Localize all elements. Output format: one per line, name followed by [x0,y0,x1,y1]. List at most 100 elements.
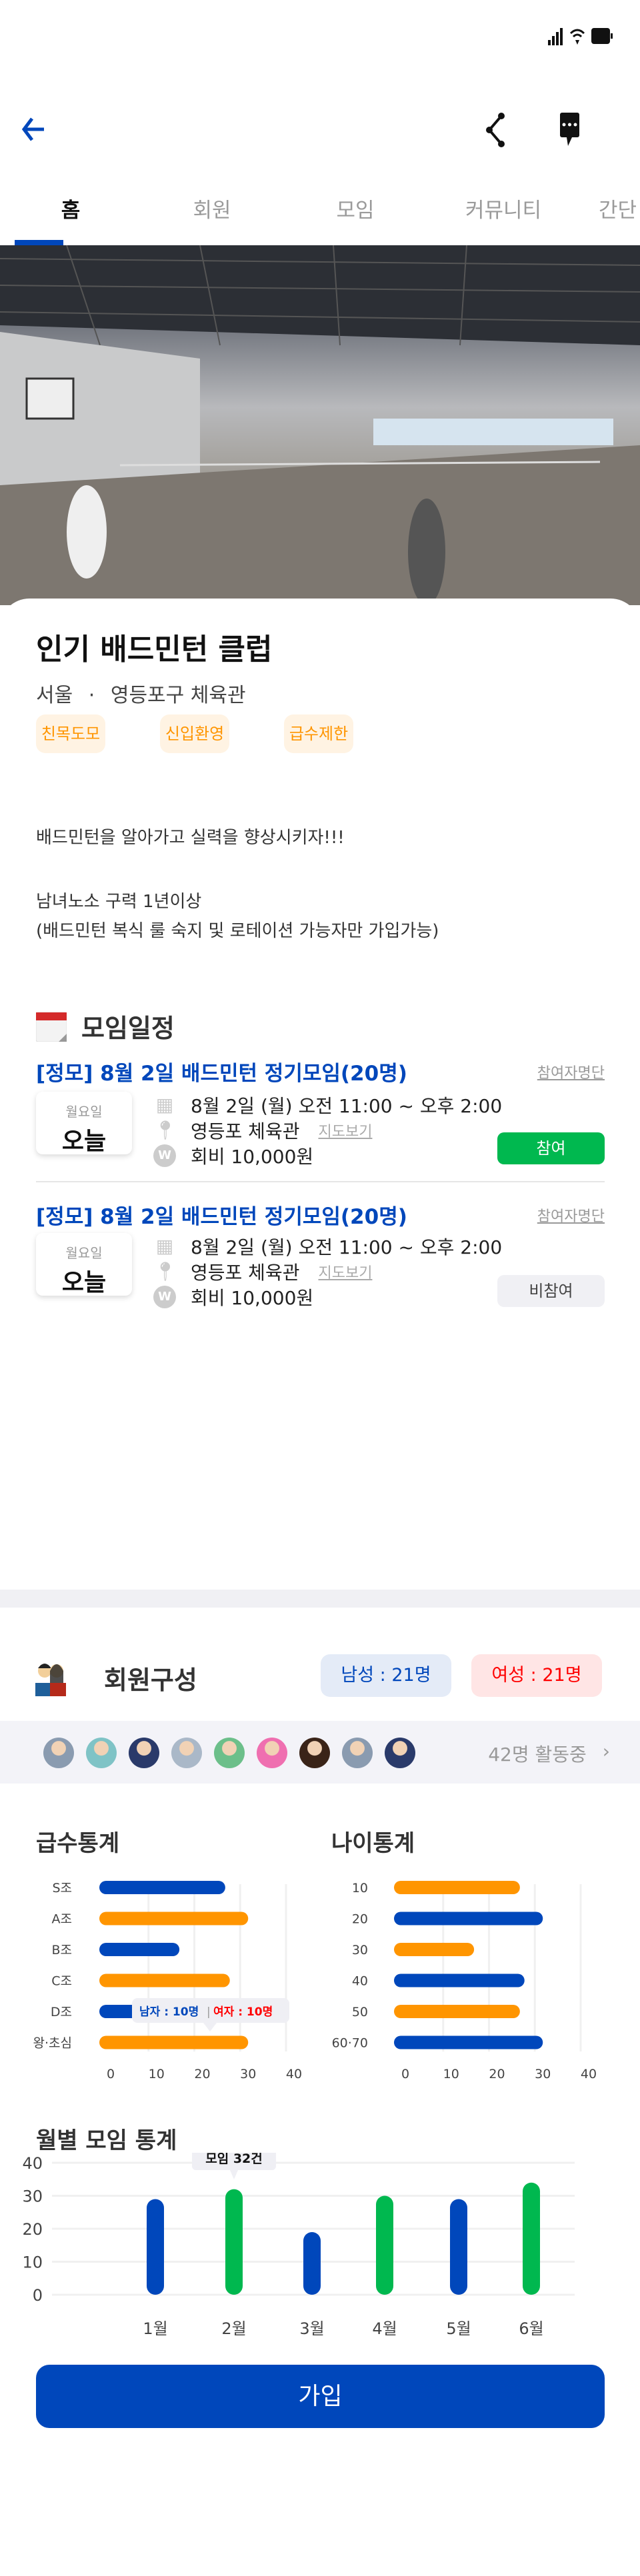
participants-link[interactable]: 참여자명단 [537,1061,605,1082]
monthly-chart: 0 10 20 30 40 1월 2월 3월 4월 5월 6월 모임 32건 [22,2153,575,2338]
category-label: B조 [51,1943,72,1957]
tab-community[interactable]: 커뮤니티 [450,193,557,223]
divider [36,1181,605,1182]
event-weekday: 월요일 [65,1245,103,1261]
club-location: 서울 · 영등포구 체육관 [36,678,246,708]
event-place: 📍︎ 영등포 체육관 지도보기 [153,1258,372,1285]
tooltip-pointer [230,2170,238,2179]
tooltip-divider: | [207,2005,211,2019]
event-datetime: ▦ 8월 2일 (월) 오전 11:00 ~ 오후 2:00 [153,1233,502,1260]
event-datetime-text: 8월 2일 (월) 오전 11:00 ~ 오후 2:00 [191,1095,503,1117]
separator: · [88,684,95,707]
event-day: 오늘 [61,1128,107,1155]
tooltip-pointer [203,2023,217,2031]
event-title[interactable]: [정모] 8월 2일 배드민턴 정기모임(20명) [36,1200,407,1230]
schedule-title: 모임일정 [81,1014,175,1043]
event-fee: W 회비 10,000원 [153,1284,313,1310]
tab-members[interactable]: 회원 [165,193,259,223]
tag-chip: 신입환영 [160,714,229,753]
tick-label: 40 [22,2154,43,2173]
month-label: 6월 [519,2319,543,2338]
tooltip-text: 모임 32건 [205,2153,263,2166]
female-count-badge: 여성 : 21명 [471,1654,602,1697]
member-avatar[interactable] [171,1738,202,1768]
category-label: 20 [352,1912,368,1927]
section-separator [0,1590,640,1608]
tick-label: 40 [286,2067,302,2081]
event-datetime: ▦ 8월 2일 (월) 오전 11:00 ~ 오후 2:00 [153,1092,502,1118]
active-members-link[interactable]: 42명 활동중 › [488,1740,610,1767]
member-avatar[interactable] [129,1738,159,1768]
members-icon [35,1664,66,1696]
category-label: 50 [352,2005,368,2019]
chevron-right-icon: › [602,1740,610,1762]
tab-meetings[interactable]: 모임 [309,193,402,223]
month-label: 2월 [221,2319,246,2338]
share-icon[interactable] [485,112,505,148]
join-club-button[interactable]: 가입 [36,2365,605,2428]
month-label: 5월 [446,2319,471,2338]
participants-link[interactable]: 참여자명단 [537,1204,605,1226]
event-datetime-text: 8월 2일 (월) 오전 11:00 ~ 오후 2:00 [191,1236,503,1258]
club-description-line: 남녀노소 구력 1년이상 [36,892,202,912]
wifi-icon [569,29,585,45]
calendar-small-icon: ▦ [155,1235,174,1257]
month-label: 3월 [299,2319,324,2338]
event-place-text: 영등포 체육관 [191,1120,300,1142]
club-region: 서울 [36,684,73,707]
member-avatar[interactable] [43,1738,74,1768]
gym-photo [0,245,640,605]
event-day: 오늘 [61,1269,107,1296]
month-label: 4월 [372,2319,397,2338]
event-day-box: 월요일 오늘 [36,1233,132,1296]
grade-chart-title: 급수통계 [36,1830,120,1857]
event-place-text: 영등포 체육관 [191,1262,300,1284]
tag-chip: 급수제한 [284,714,353,753]
event-day-box: 월요일 오늘 [36,1092,132,1155]
tick-label: 40 [581,2067,597,2081]
member-avatar[interactable] [214,1738,245,1768]
category-label: D조 [51,2005,72,2019]
tick-label: 0 [107,2067,115,2081]
map-link[interactable]: 지도보기 [318,1261,372,1282]
tick-label: 10 [22,2253,43,2272]
club-cover-image [0,245,640,605]
tick-label: 20 [22,2220,43,2239]
club-description-line: (배드민턴 복식 룰 숙지 및 로테이션 가능자만 가입가능) [36,921,439,941]
member-avatar[interactable] [86,1738,117,1768]
chat-bubble-icon[interactable] [560,112,580,147]
back-button[interactable] [21,116,45,143]
tick-label: 0 [401,2067,409,2081]
tick-label: 20 [194,2067,210,2081]
member-avatar[interactable] [299,1738,330,1768]
member-avatar[interactable] [342,1738,373,1768]
join-event-button[interactable]: 참여 [497,1132,605,1164]
tag-chip: 친목도모 [36,714,105,753]
tab-more[interactable]: 간단 [573,193,640,223]
tab-home[interactable]: 홈 [24,193,117,223]
tick-label: 20 [489,2067,505,2081]
not-join-event-button[interactable]: 비참여 [497,1275,605,1307]
map-link[interactable]: 지도보기 [318,1120,372,1141]
won-coin-icon: W [153,1144,176,1167]
status-bar [548,27,613,45]
event-title[interactable]: [정모] 8월 2일 배드민턴 정기모임(20명) [36,1056,407,1086]
event-weekday: 월요일 [65,1104,103,1120]
category-label: C조 [51,1974,72,1989]
category-label: A조 [52,1912,72,1927]
tick-label: 0 [33,2286,43,2305]
active-members-text: 42명 활동중 [488,1744,587,1766]
club-title: 인기 배드민턴 클럽 [36,633,273,666]
category-label: 40 [352,1974,368,1989]
tooltip-female: 여자 : 10명 [213,2005,273,2019]
member-avatar[interactable] [257,1738,287,1768]
event-fee: W 회비 10,000원 [153,1142,313,1169]
category-label: 왕·초심 [33,2036,72,2051]
member-avatar[interactable] [385,1738,415,1768]
club-description-line: 배드민턴을 알아가고 실력을 향상시키자!!! [36,828,345,848]
tick-label: 10 [443,2067,459,2081]
age-chart: 10 20 30 40 50 60·70 0 10 20 30 40 [332,1881,597,2081]
category-label: 30 [352,1943,368,1957]
won-coin-icon: W [153,1286,176,1308]
monthly-chart-title: 월별 모임 통계 [36,2127,177,2154]
